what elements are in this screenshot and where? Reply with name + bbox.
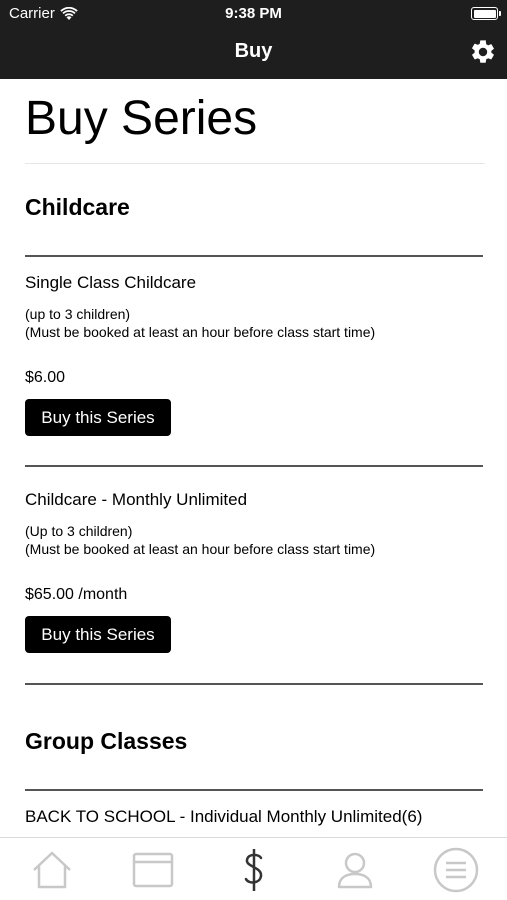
- divider: [25, 465, 483, 467]
- menu-icon: [433, 847, 479, 893]
- gear-icon[interactable]: [469, 38, 497, 66]
- nav-title: Buy: [234, 40, 273, 62]
- divider: [25, 789, 483, 791]
- battery-icon: [471, 7, 501, 20]
- tab-home[interactable]: [28, 848, 76, 892]
- home-icon: [33, 851, 71, 889]
- tab-menu[interactable]: [432, 847, 480, 893]
- status-bar: Carrier 9:38 PM: [0, 0, 507, 28]
- schedule-icon: [132, 852, 174, 888]
- buy-series-button[interactable]: Buy this Series: [25, 616, 171, 653]
- buy-content[interactable]: Buy Series Childcare Single Class Childc…: [0, 79, 507, 837]
- tab-bar: [0, 837, 507, 900]
- series-price: $6.00: [25, 369, 66, 386]
- profile-icon: [337, 852, 373, 889]
- series-note: (Must be booked at least an hour before …: [25, 324, 376, 340]
- tab-buy[interactable]: [230, 848, 278, 892]
- tab-profile[interactable]: [331, 848, 379, 892]
- series-price: $65.00 /month: [25, 586, 128, 603]
- divider: [25, 683, 483, 685]
- dollar-icon: [244, 849, 263, 891]
- divider: [25, 255, 483, 257]
- divider: [25, 163, 485, 164]
- series-note: (Up to 3 children): [25, 523, 133, 539]
- buy-series-button[interactable]: Buy this Series: [25, 399, 171, 436]
- section-title-childcare: Childcare: [25, 194, 130, 220]
- tab-schedule[interactable]: [129, 848, 177, 892]
- section-title-group-classes: Group Classes: [25, 728, 188, 754]
- series-name: BACK TO SCHOOL - Individual Monthly Unli…: [25, 807, 423, 826]
- header-bar: Carrier 9:38 PM Buy: [0, 0, 507, 79]
- series-name: Single Class Childcare: [25, 273, 197, 292]
- series-note: (up to 3 children): [25, 306, 131, 322]
- series-note: (Must be booked at least an hour before …: [25, 541, 376, 557]
- page-title: Buy Series: [25, 92, 258, 145]
- status-time: 9:38 PM: [225, 5, 282, 22]
- series-name: Childcare - Monthly Unlimited: [25, 490, 248, 509]
